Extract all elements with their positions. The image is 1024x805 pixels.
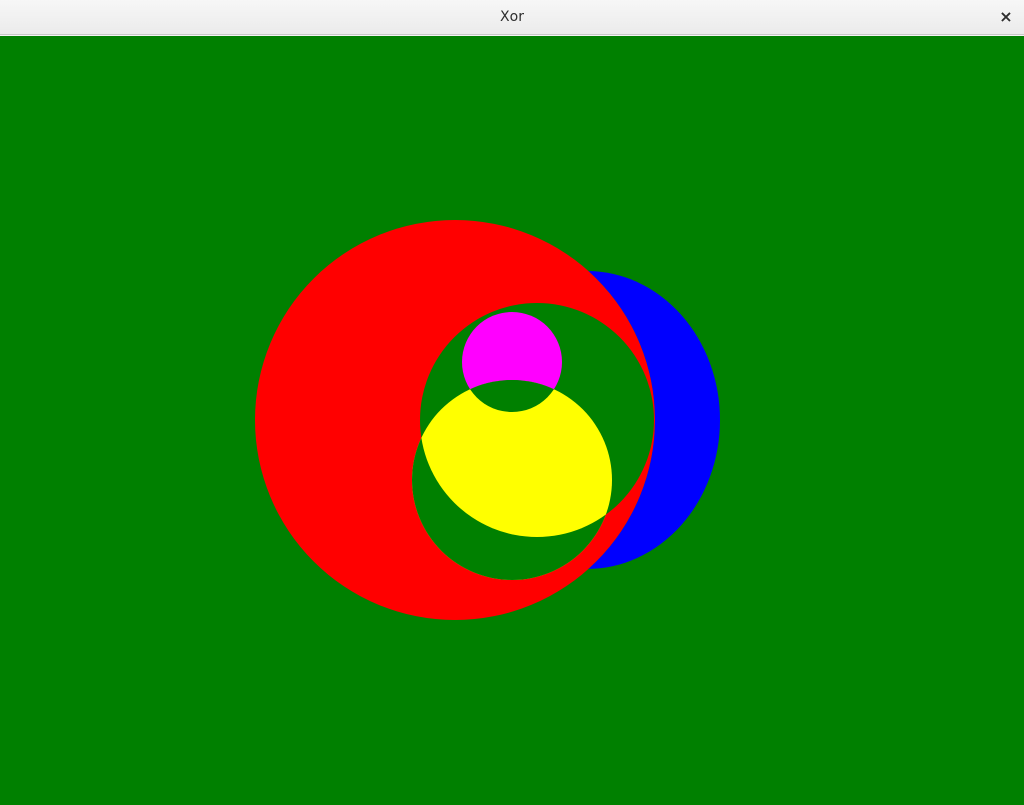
app-window: Xor × (0, 0, 1024, 805)
window-title: Xor (500, 9, 524, 25)
close-icon: × (999, 7, 1013, 26)
close-button[interactable]: × (994, 5, 1018, 29)
title-bar[interactable]: Xor × (0, 0, 1024, 35)
drawing-canvas (0, 36, 1024, 805)
